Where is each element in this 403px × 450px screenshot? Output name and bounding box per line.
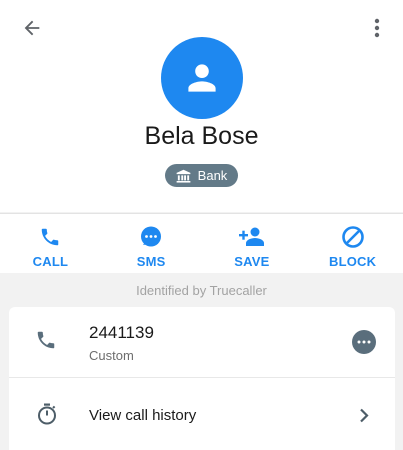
contact-header: Bela Bose Bank [0,0,403,212]
phone-icon [42,228,59,246]
block-icon [341,226,364,248]
message-dots-icon [357,340,371,344]
view-call-history-row[interactable]: View call history [9,379,395,450]
sms-label: SMS [136,254,166,269]
call-label: CALL [32,254,69,269]
block-label: BLOCK [329,254,377,269]
block-button[interactable]: BLOCK [302,214,403,273]
category-tag[interactable]: Bank [165,164,238,187]
category-tag-label: Bank [197,168,228,183]
bank-icon [176,169,191,183]
identified-by-text: Identified by Truecaller [136,283,267,298]
action-bar: CALL SMS SAVE BLOCK [0,213,403,273]
save-label: SAVE [234,254,270,269]
avatar [161,37,243,119]
phone-icon [37,331,55,349]
back-arrow-icon [24,20,40,36]
phone-number: 2441139 [89,323,154,342]
timer-icon [38,403,56,425]
add-person-icon [238,227,264,246]
phone-number-type: Custom [89,348,134,363]
message-button[interactable] [352,330,376,354]
sms-button[interactable]: SMS [101,214,202,273]
call-button[interactable]: CALL [0,214,101,273]
view-call-history-label: View call history [89,407,197,424]
contact-name: Bela Bose [144,122,259,150]
details-card: 2441139 Custom View call history [9,307,395,450]
chevron-right-icon [360,408,369,423]
person-icon [188,64,216,92]
back-button[interactable] [18,14,46,42]
phone-number-row[interactable]: 2441139 Custom [9,307,395,378]
save-button[interactable]: SAVE [202,214,303,273]
more-options-button[interactable] [363,14,391,42]
sms-icon [141,226,162,247]
more-vert-icon [374,18,380,38]
